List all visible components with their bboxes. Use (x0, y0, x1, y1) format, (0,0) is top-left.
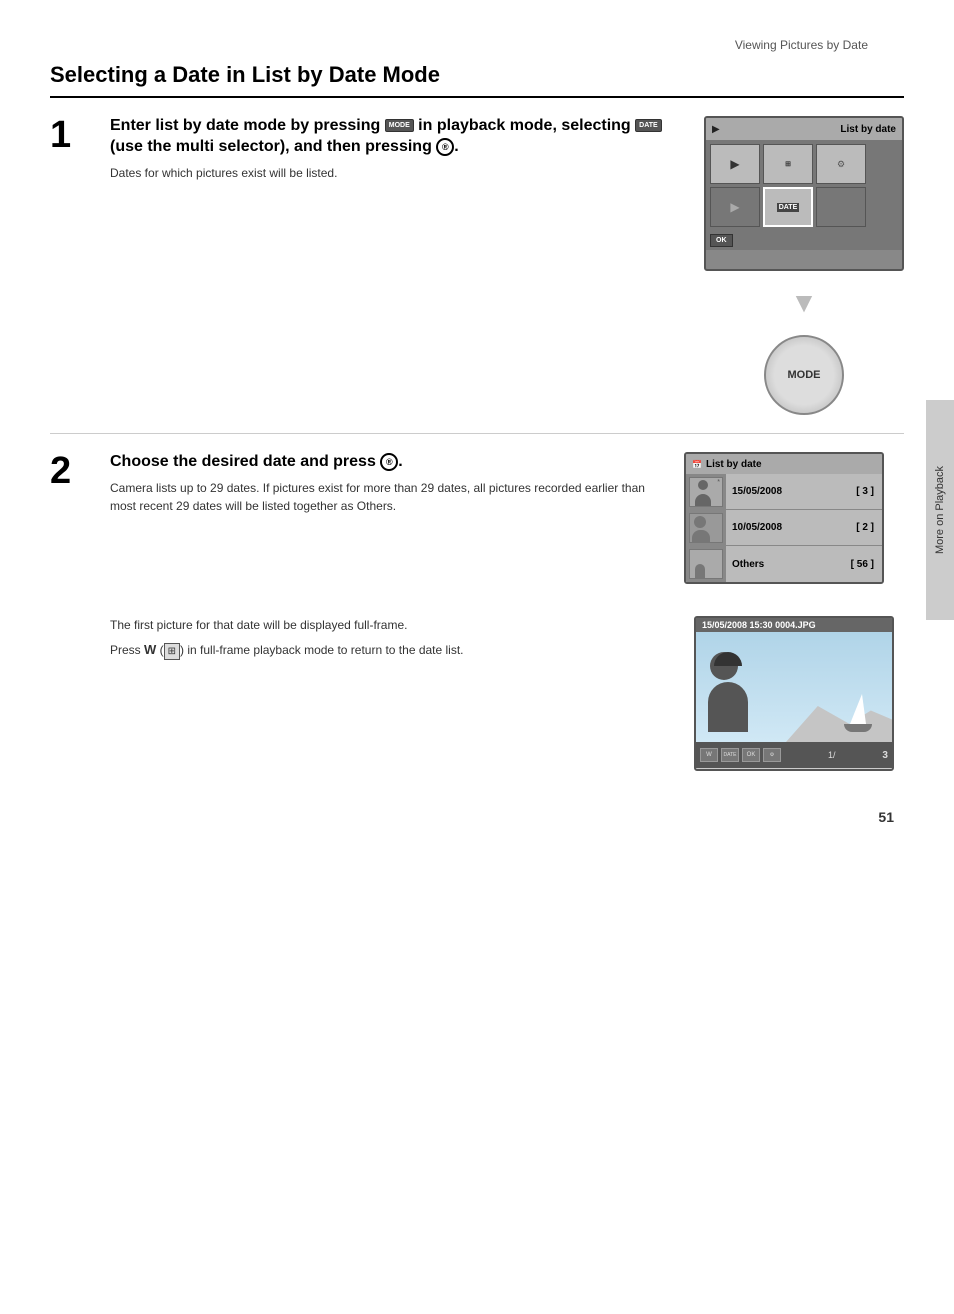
cs2-count-2: [ 2 ] (856, 522, 882, 533)
ok-circle-1: ® (436, 138, 454, 156)
page: More on Playback Viewing Pictures by Dat… (0, 0, 954, 1314)
cs3-photo-area (696, 632, 892, 742)
camera-screen-fullframe: 15/05/2008 15:30 0004.JPG (694, 616, 894, 771)
sail (850, 694, 866, 724)
cs2-date-icon: 📅 (692, 460, 702, 469)
cs3-page-info: 1/ (828, 750, 836, 760)
w-btn-label: W (144, 642, 156, 657)
content: 1 Enter list by date mode by pressing MO… (0, 98, 954, 789)
thumbnail-icon: ⊞ (164, 643, 180, 660)
step-2-row: 2 Choose the desired date and press ®. C… (50, 434, 904, 602)
sidebar-label: More on Playback (934, 466, 946, 554)
cs2-header: 📅 List by date (686, 454, 882, 474)
cs3-bottom-icons: W DATE OK ⚙ (700, 748, 781, 762)
step-1-content: Enter list by date mode by pressing MODE… (110, 116, 684, 186)
cs3-info-bar: 15/05/2008 15:30 0004.JPG (696, 618, 892, 632)
section-title: Selecting a Date in List by Date Mode (50, 62, 904, 98)
cs2-list-title: List by date (706, 459, 762, 470)
step-1-number: 1 (50, 116, 90, 154)
mode-inline-icon: MODE (385, 119, 414, 132)
hull (844, 724, 872, 732)
person-hair (714, 652, 742, 666)
step2-below-text: The first picture for that date will be … (110, 616, 664, 660)
camera-screen-step2-list: 📅 List by date * 15/05/2008 (684, 452, 884, 584)
cs1-cell-playback: ▶ (710, 144, 760, 184)
sidebar-tab: More on Playback (926, 400, 954, 620)
sailboat (844, 694, 872, 732)
camera-screen-step1: ▶ List by date ▶ ▶ (704, 116, 904, 271)
date-inline-icon: DATE (635, 119, 662, 132)
cs3-icon-ok: OK (742, 748, 760, 762)
person-figure (706, 652, 766, 742)
step-2-heading: Choose the desired date and press ®. (110, 452, 664, 473)
step-2-content: Choose the desired date and press ®. Cam… (110, 452, 664, 519)
step-2-number: 2 (50, 452, 90, 490)
cs2-others-label: Others (726, 559, 851, 570)
step-2-images: 📅 List by date * 15/05/2008 (684, 452, 904, 584)
step-1-heading: Enter list by date mode by pressing MODE… (110, 116, 684, 158)
step-1-row: 1 Enter list by date mode by pressing MO… (50, 98, 904, 434)
person-body (708, 682, 748, 732)
cs2-thumb-2 (686, 510, 726, 546)
cs1-cell-multi: ⊞ (763, 144, 813, 184)
step-1-images: ▶ List by date ▶ ▶ (704, 116, 904, 415)
cs1-cell-play2: ▶ (710, 187, 760, 227)
cs3-icon-date: DATE (721, 748, 739, 762)
cs2-row-2: 10/05/2008 [ 2 ] (686, 510, 882, 546)
person-head (710, 652, 738, 680)
cs2-date-2: 10/05/2008 (726, 522, 856, 533)
cs1-cell-date-selected: DATE (763, 187, 813, 227)
step2-fullframe-wrapper: 15/05/2008 15:30 0004.JPG (684, 616, 904, 771)
cs2-date-1: 15/05/2008 (726, 486, 856, 497)
mode-button-illustration: MODE (764, 335, 844, 415)
cs2-thumb-others (686, 546, 726, 582)
cs3-icon-1: W (700, 748, 718, 762)
cs1-cell-right1: ⚙ (816, 144, 866, 184)
step-1-body: Dates for which pictures exist will be l… (110, 164, 684, 182)
cs1-cell-right2 (816, 187, 866, 227)
cs1-title-text: List by date (840, 124, 896, 135)
cs2-row-1: * 15/05/2008 [ 3 ] (686, 474, 882, 510)
cs2-others-count: [ 56 ] (851, 559, 882, 570)
cs2-row-others: Others [ 56 ] (686, 546, 882, 582)
cs2-count-1: [ 3 ] (856, 486, 882, 497)
page-header: Viewing Pictures by Date Selecting a Dat… (0, 0, 954, 98)
step2-below-section: The first picture for that date will be … (50, 602, 904, 789)
arrow-down-icon: ▼ (790, 287, 818, 319)
cs2-thumb-1: * (686, 474, 726, 510)
cs3-count-info: 3 (882, 750, 888, 761)
header-title: Viewing Pictures by Date (50, 28, 904, 52)
cs3-bottom-bar: W DATE OK ⚙ 1/ 3 (696, 742, 892, 768)
ok-circle-2: ® (380, 453, 398, 471)
cs3-icon-fn: ⚙ (763, 748, 781, 762)
step-2-body: Camera lists up to 29 dates. If pictures… (110, 479, 664, 515)
cs1-header: ▶ List by date (706, 118, 902, 140)
page-number: 51 (0, 789, 954, 845)
cs1-ok-btn: OK (710, 234, 733, 247)
